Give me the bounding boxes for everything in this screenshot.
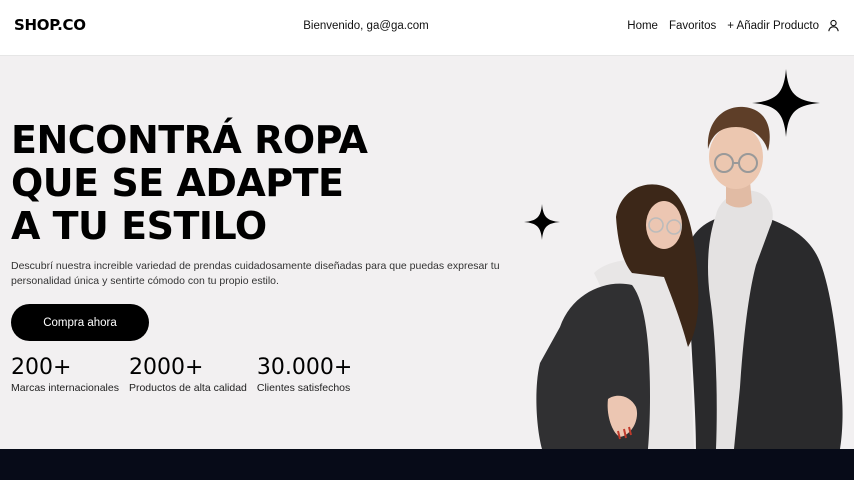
headline-line-2: QUE SE ADAPTE: [11, 161, 344, 205]
nav-links: Home Favoritos + Añadir Producto: [627, 19, 840, 32]
stat-label: Productos de alta calidad: [128, 382, 247, 394]
nav-home-link[interactable]: Home: [627, 20, 658, 32]
stats: 200+ Marcas internacionales 2000+ Produc…: [11, 355, 352, 394]
stat-value: 2000+: [128, 355, 204, 380]
hero-headline: ENCONTRÁ ROPA QUE SE ADAPTE A TU ESTILO: [11, 118, 368, 248]
hero-models-image: [536, 106, 843, 449]
stat-brands: 200+ Marcas internacionales: [11, 355, 119, 394]
footer-bar: [0, 449, 854, 480]
stat-value: 30.000+: [256, 355, 353, 380]
stat-label: Clientes satisfechos: [256, 382, 351, 394]
nav-favorites-link[interactable]: Favoritos: [669, 20, 716, 32]
stat-label: Marcas internacionales: [11, 382, 119, 394]
hero-section: ENCONTRÁ ROPA QUE SE ADAPTE A TU ESTILO …: [0, 57, 854, 449]
shop-now-button[interactable]: Compra ahora: [11, 304, 149, 341]
hero-subtitle: Descubrí nuestra increible variedad de p…: [11, 260, 500, 287]
stat-customers: 30.000+ Clientes satisfechos: [257, 355, 352, 394]
user-icon[interactable]: [827, 19, 840, 32]
navbar: SHOP.CO Bienvenido, ga@ga.com Home Favor…: [0, 0, 854, 56]
headline-line-3: A TU ESTILO: [11, 204, 267, 248]
headline-line-1: ENCONTRÁ ROPA: [11, 118, 368, 162]
nav-add-product-link[interactable]: + Añadir Producto: [727, 20, 819, 32]
stat-value: 200+: [11, 355, 72, 380]
welcome-message: Bienvenido, ga@ga.com: [303, 20, 429, 32]
stat-products: 2000+ Productos de alta calidad: [129, 355, 247, 394]
